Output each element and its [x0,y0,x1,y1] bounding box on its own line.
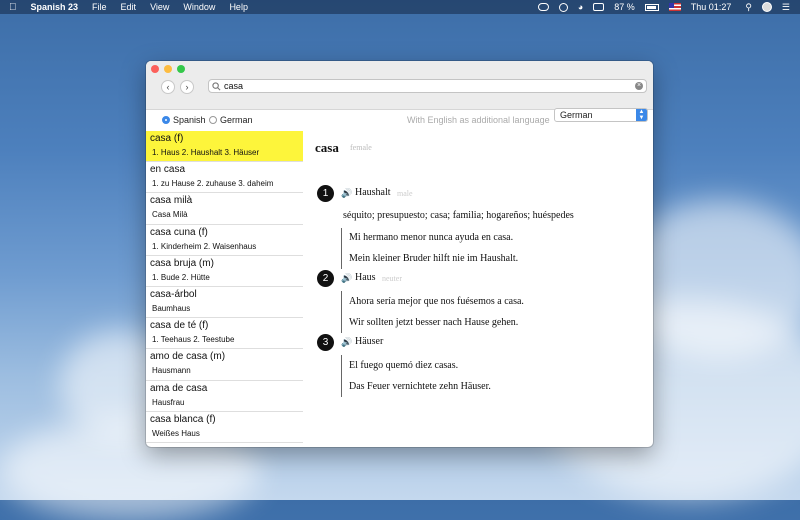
result-word: en casa [150,164,186,176]
result-translation: 1. Haus 2. Haushalt 3. Häuser [152,148,260,157]
list-item[interactable]: casa (f) 1. Haus 2. Haushalt 3. Häuser [146,131,303,163]
menu-view[interactable]: View [150,2,169,12]
apple-icon[interactable]:  [9,2,17,13]
result-word: ama de casa [150,382,208,394]
user-avatar-icon[interactable] [761,2,772,12]
radio-german-label[interactable]: German [220,115,253,125]
sense-number-badge: 2 [317,270,334,287]
list-item[interactable]: casa milà Casa Milà [146,193,303,225]
wifi-icon[interactable]: ◕ [578,2,583,12]
search-icon [212,81,221,90]
example-bar [341,228,342,269]
clear-icon[interactable]: × [635,82,643,90]
menu-help[interactable]: Help [229,2,248,12]
headword: casa [315,140,339,155]
radio-spanish[interactable] [162,116,170,124]
list-item[interactable]: casa cuna (f) 1. Kinderheim 2. Waisenhau… [146,225,303,256]
zoom-button[interactable] [177,65,185,73]
speaker-icon[interactable]: 🔊 [341,188,352,199]
result-translation: Weißes Haus [152,428,200,438]
result-word: casa de té (f) [150,320,209,332]
result-translation: 1. Kinderheim 2. Waisenhaus [152,241,257,251]
menu-file[interactable]: File [92,2,107,12]
list-item[interactable]: ama de casa Hausfrau [146,381,303,412]
forward-button[interactable]: › [180,80,194,94]
airplay-icon[interactable] [593,3,605,11]
list-item[interactable]: amo de casa (m) Hausmann [146,349,303,381]
result-translation: 1. Bude 2. Hütte [152,272,210,282]
example-bar [341,355,342,397]
result-translation: Baumhaus [152,303,191,313]
input-source-flag-icon[interactable] [668,3,681,11]
additional-language-value: German [560,110,593,120]
additional-language-select[interactable]: German ▲ ▼ [554,108,648,122]
creative-cloud-icon[interactable] [537,3,549,11]
result-translation: 1. Teehaus 2. Teestube [152,335,235,345]
app-window: ‹ › × Spanish German With English as add… [146,61,653,447]
sense-synonyms: séquito; presupuesto; casa; familia; hog… [343,210,574,221]
spotlight-search-icon[interactable]: ⚲ [745,2,752,13]
result-word: casa bruja (m) [150,257,214,269]
chevron-up-down-icon: ▲ ▼ [636,109,647,121]
additional-language-label: With English as additional language [407,115,550,125]
clock[interactable]: Thu 01:27 [691,2,732,12]
menu-window[interactable]: Window [183,2,215,12]
menu-edit[interactable]: Edit [121,2,137,12]
list-item[interactable]: casa de té (f) 1. Teehaus 2. Teestube [146,318,303,350]
search-field[interactable]: × [208,79,647,93]
sense-number-badge: 3 [317,334,334,351]
speaker-icon[interactable]: 🔊 [341,337,352,348]
sense-gender: neuter [382,274,402,283]
result-word: casa cuna (f) [150,226,208,238]
example-sentence: Das Feuer vernichtete zehn Häuser. [349,381,491,392]
divider [146,441,303,443]
search-input[interactable] [224,81,624,91]
list-item[interactable]: casa blanca (f) Weißes Haus [146,412,303,443]
example-sentence: Mein kleiner Bruder hilft nie im Haushal… [349,253,519,264]
radio-spanish-label[interactable]: Spanish [173,115,206,125]
headword-gender: female [350,143,372,152]
list-item[interactable]: casa bruja (m) 1. Bude 2. Hütte [146,256,303,287]
menu-bar:  Spanish 23 File Edit View Window Help … [0,0,800,14]
radio-german[interactable] [209,116,217,124]
sense-word: Haushalt [355,187,391,198]
result-word: casa blanca (f) [150,413,216,425]
result-translation: Hausmann [152,366,191,376]
sense-number-badge: 1 [317,185,334,202]
title-bar: ‹ › × [146,61,653,110]
example-sentence: Wir sollten jetzt besser nach Hause gehe… [349,317,519,328]
speaker-icon[interactable]: 🔊 [341,273,352,284]
results-list[interactable]: casa (f) 1. Haus 2. Haushalt 3. Häuser e… [146,131,303,447]
result-translation: Hausfrau [152,397,185,407]
list-item[interactable]: en casa 1. zu Hause 2. zuhause 3. daheim [146,162,303,194]
minimize-button[interactable] [164,65,172,73]
example-bar [341,291,342,333]
timemachine-icon[interactable] [558,2,568,12]
result-word: casa milà [150,195,193,207]
sense-word: Häuser [355,336,384,347]
example-sentence: Ahora sería mejor que nos fuésemos a cas… [349,296,524,307]
result-word: casa (f) [150,133,184,144]
example-sentence: El fuego quemó diez casas. [349,360,459,371]
result-translation: Casa Milà [152,210,188,220]
result-word: casa-árbol [150,288,197,300]
result-translation: 1. zu Hause 2. zuhause 3. daheim [152,179,274,189]
back-button[interactable]: ‹ [161,80,175,94]
battery-percent: 87 % [614,2,635,12]
app-menu[interactable]: Spanish 23 [31,2,79,12]
notification-center-icon[interactable]: ☰ [782,2,790,13]
list-item[interactable]: casa-árbol Baumhaus [146,287,303,319]
battery-icon[interactable] [644,3,659,11]
example-sentence: Mi hermano menor nunca ayuda en casa. [349,232,514,243]
close-button[interactable] [151,65,159,73]
result-word: amo de casa (m) [150,351,226,363]
sense-word: Haus [355,272,376,283]
sense-gender: male [397,189,413,198]
entry-detail: casa female 1 🔊 Haushalt male séquito; p… [303,131,653,447]
